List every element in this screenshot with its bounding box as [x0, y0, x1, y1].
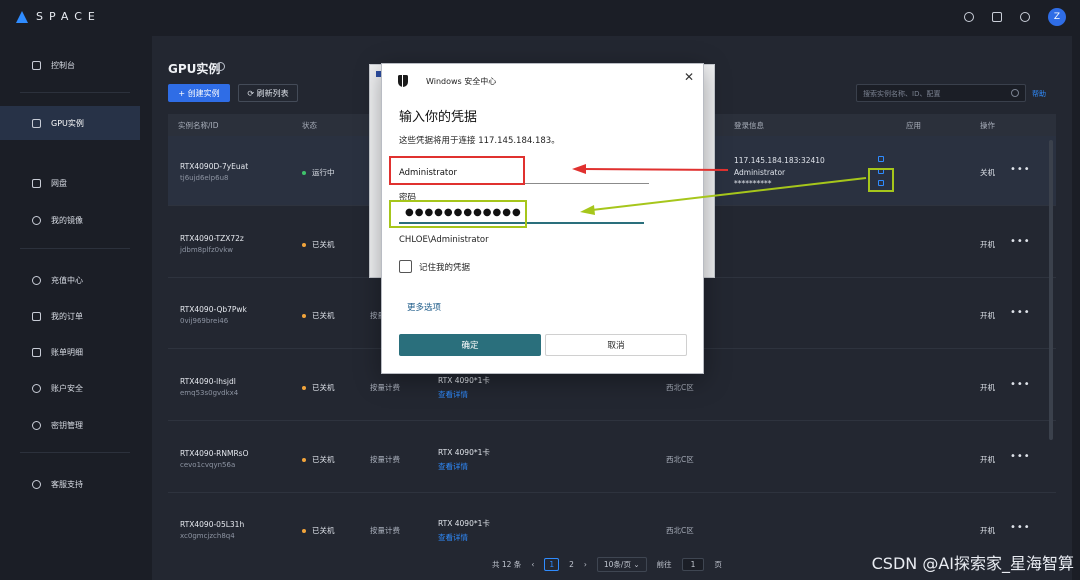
green-arrow-line	[591, 177, 867, 211]
red-arrow-head	[572, 164, 586, 174]
annotation-arrows	[572, 164, 867, 215]
watermark: CSDN @AI探索家_星海智算	[871, 554, 1074, 573]
green-arrow-head	[580, 205, 595, 215]
red-arrow-line	[581, 168, 729, 171]
